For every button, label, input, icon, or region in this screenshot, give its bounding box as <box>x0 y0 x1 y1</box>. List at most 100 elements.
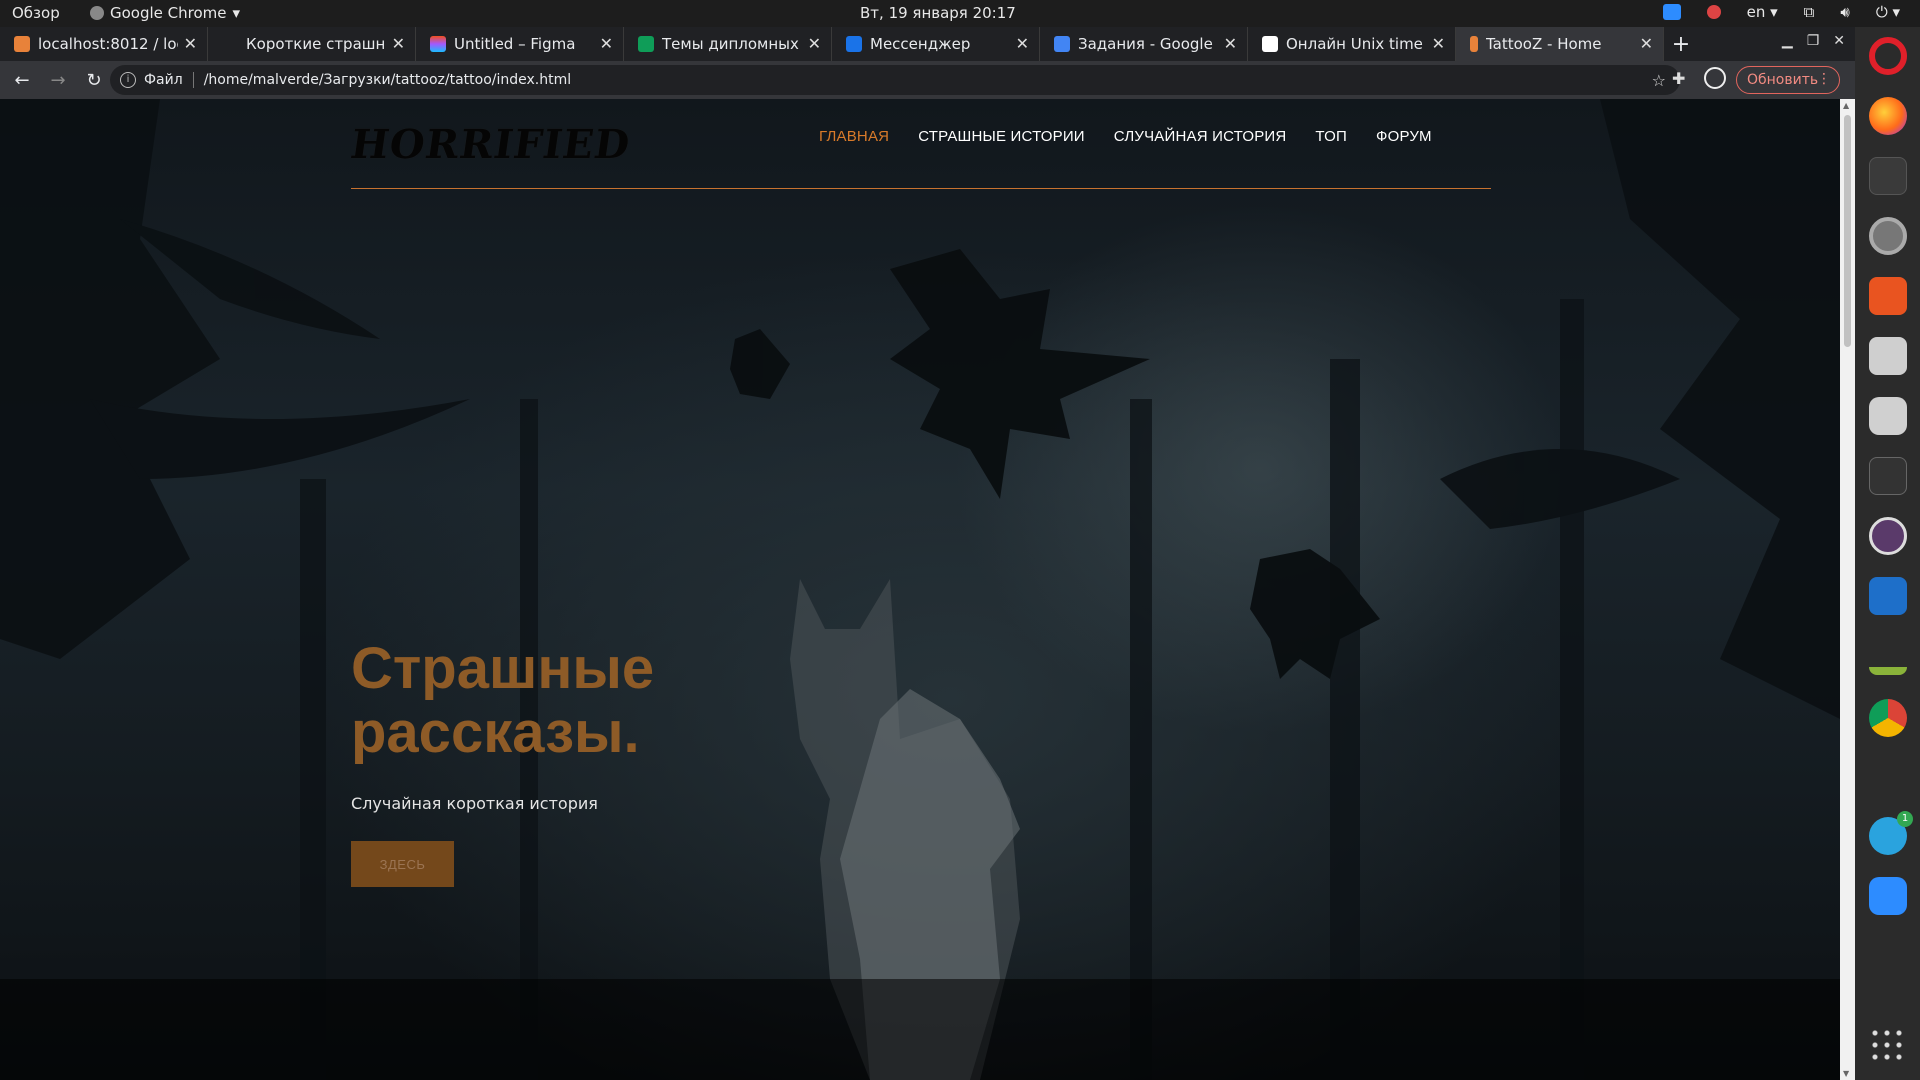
language-label: en <box>1746 3 1766 21</box>
nav-item-home[interactable]: ГЛАВНАЯ <box>819 128 889 145</box>
hero-cta-button[interactable]: ЗДЕСЬ <box>351 841 454 887</box>
nav-item-random-story[interactable]: СЛУЧАЙНАЯ ИСТОРИЯ <box>1114 128 1287 145</box>
messenger-icon <box>846 36 862 52</box>
reload-icon[interactable]: ↻ <box>80 66 108 94</box>
forest-background <box>0 99 1840 1080</box>
files-icon[interactable] <box>1869 337 1907 375</box>
tab-title: Темы дипломных ра <box>662 35 802 53</box>
close-icon[interactable]: ✕ <box>184 34 197 53</box>
close-icon[interactable]: ✕ <box>808 34 821 53</box>
info-icon[interactable]: i <box>120 72 136 88</box>
forward-icon[interactable]: → <box>44 66 72 94</box>
tab-favicon <box>222 36 238 52</box>
hero-title-line1: Страшные <box>351 636 655 701</box>
browser-toolbar: ← → ↻ i Файл /home/malverde/Загрузки/tat… <box>0 61 1855 99</box>
scroll-down-icon[interactable]: ▼ <box>1843 1069 1849 1078</box>
tab-title: Задания - Google До <box>1078 35 1218 53</box>
url-text[interactable]: /home/malverde/Загрузки/tattooz/tattoo/i… <box>204 72 571 88</box>
hero-subtitle: Случайная короткая история <box>351 794 598 813</box>
tool-icon[interactable] <box>1869 637 1907 675</box>
disks-icon[interactable] <box>1869 397 1907 435</box>
tab-title: Онлайн Unix time ко <box>1286 35 1426 53</box>
bookmark-star-icon[interactable]: ☆ <box>1652 71 1666 90</box>
waveform-icon[interactable] <box>1869 577 1907 615</box>
close-icon[interactable]: ✕ <box>1640 34 1653 53</box>
volume-icon[interactable]: 🔊︎ <box>1840 3 1849 21</box>
window-controls: ▁ ❐ ✕ <box>1772 27 1855 55</box>
update-button[interactable]: Обновить ⋮ <box>1736 66 1840 94</box>
nav-item-forum[interactable]: ФОРУМ <box>1376 128 1432 145</box>
tab-active[interactable]: TattooZ - Home ✕ <box>1456 27 1664 61</box>
new-tab-button[interactable]: + <box>1664 27 1698 61</box>
scheme-label: Файл <box>144 72 183 88</box>
tab[interactable]: Темы дипломных ра ✕ <box>624 27 832 61</box>
zoom-icon[interactable] <box>1869 877 1907 915</box>
update-label: Обновить <box>1747 72 1819 88</box>
tab-title: Короткие страшные <box>246 35 386 53</box>
tab-strip: localhost:8012 / local ✕ Короткие страшн… <box>0 27 1855 61</box>
system-monitor-icon[interactable] <box>1869 157 1907 195</box>
tab[interactable]: Мессенджер ✕ <box>832 27 1040 61</box>
tray-app-icon[interactable] <box>1706 5 1721 19</box>
power-icon[interactable]: ⏻ ▾ <box>1876 3 1900 21</box>
divider <box>192 72 194 88</box>
system-tray: en ▾ ⧉ 🔊︎ ⏻ ▾ <box>1662 3 1900 21</box>
header-divider <box>351 188 1491 189</box>
clock[interactable]: Вт, 19 января 20:17 <box>860 4 1016 22</box>
app-menu[interactable]: Google Chrome ▾ <box>90 4 240 22</box>
scroll-up-icon[interactable]: ▲ <box>1843 101 1849 110</box>
profile-icon[interactable] <box>1704 67 1726 89</box>
nav-item-scary-stories[interactable]: СТРАШНЫЕ ИСТОРИИ <box>918 128 1085 145</box>
tab-title: Untitled – Figma <box>454 35 576 53</box>
tab-title: Мессенджер <box>870 35 971 53</box>
terminal-icon[interactable] <box>1869 457 1907 495</box>
settings-icon[interactable] <box>1869 217 1907 255</box>
zoom-tray-icon[interactable] <box>1662 4 1681 20</box>
close-window-icon[interactable]: ✕ <box>1833 33 1845 49</box>
tab-favicon <box>14 36 30 52</box>
page-viewport: HORRIFIED ГЛАВНАЯ СТРАШНЫЕ ИСТОРИИ СЛУЧА… <box>0 99 1840 1080</box>
address-bar[interactable]: i Файл /home/malverde/Загрузки/tattooz/t… <box>110 65 1680 95</box>
system-top-bar: Обзор Google Chrome ▾ Вт, 19 января 20:1… <box>0 0 1920 27</box>
tab[interactable]: localhost:8012 / local ✕ <box>0 27 208 61</box>
page-scrollbar[interactable]: ▲ ▼ <box>1840 99 1855 1080</box>
close-icon[interactable]: ✕ <box>392 34 405 53</box>
back-icon[interactable]: ← <box>8 66 36 94</box>
tab[interactable]: Untitled – Figma ✕ <box>416 27 624 61</box>
figma-icon <box>430 36 446 52</box>
software-center-icon[interactable] <box>1869 277 1907 315</box>
notification-badge: 1 <box>1897 811 1913 827</box>
image-icon <box>1262 36 1278 52</box>
tab[interactable]: Короткие страшные ✕ <box>208 27 416 61</box>
extensions-icon[interactable]: ✚ <box>1672 69 1685 88</box>
tab[interactable]: Задания - Google До ✕ <box>1040 27 1248 61</box>
firefox-icon[interactable] <box>1869 97 1907 135</box>
language-indicator[interactable]: en ▾ <box>1747 3 1778 21</box>
sheets-icon <box>638 36 654 52</box>
app-icon[interactable] <box>1869 517 1907 555</box>
close-icon[interactable]: ✕ <box>600 34 613 53</box>
close-icon[interactable]: ✕ <box>1016 34 1029 53</box>
tab-title: TattooZ - Home <box>1486 35 1602 53</box>
telegram-icon[interactable]: 1 <box>1869 811 1913 855</box>
nav-item-top[interactable]: ТОП <box>1315 128 1347 145</box>
more-icon[interactable]: ⋮ <box>1817 71 1831 87</box>
network-icon[interactable]: ⧉ <box>1804 3 1815 21</box>
tab-title: localhost:8012 / local <box>38 35 178 53</box>
chrome-icon <box>90 6 104 20</box>
chrome-icon[interactable] <box>1869 699 1907 737</box>
dock: 1 <box>1855 27 1920 1080</box>
close-icon[interactable]: ✕ <box>1224 34 1237 53</box>
chevron-down-icon: ▾ <box>232 4 241 22</box>
site-logo[interactable]: HORRIFIED <box>348 121 634 168</box>
overview-button[interactable]: Обзор <box>12 4 60 22</box>
opera-icon[interactable] <box>1869 37 1907 75</box>
restore-icon[interactable]: ❐ <box>1807 33 1820 49</box>
minimize-icon[interactable]: ▁ <box>1782 33 1793 49</box>
app-grid-icon[interactable] <box>1869 1027 1907 1065</box>
tab[interactable]: Онлайн Unix time ко ✕ <box>1248 27 1456 61</box>
docs-icon <box>1054 36 1070 52</box>
scrollbar-thumb[interactable] <box>1844 115 1851 347</box>
hero-title-line2: рассказы. <box>351 700 640 765</box>
close-icon[interactable]: ✕ <box>1432 34 1445 53</box>
